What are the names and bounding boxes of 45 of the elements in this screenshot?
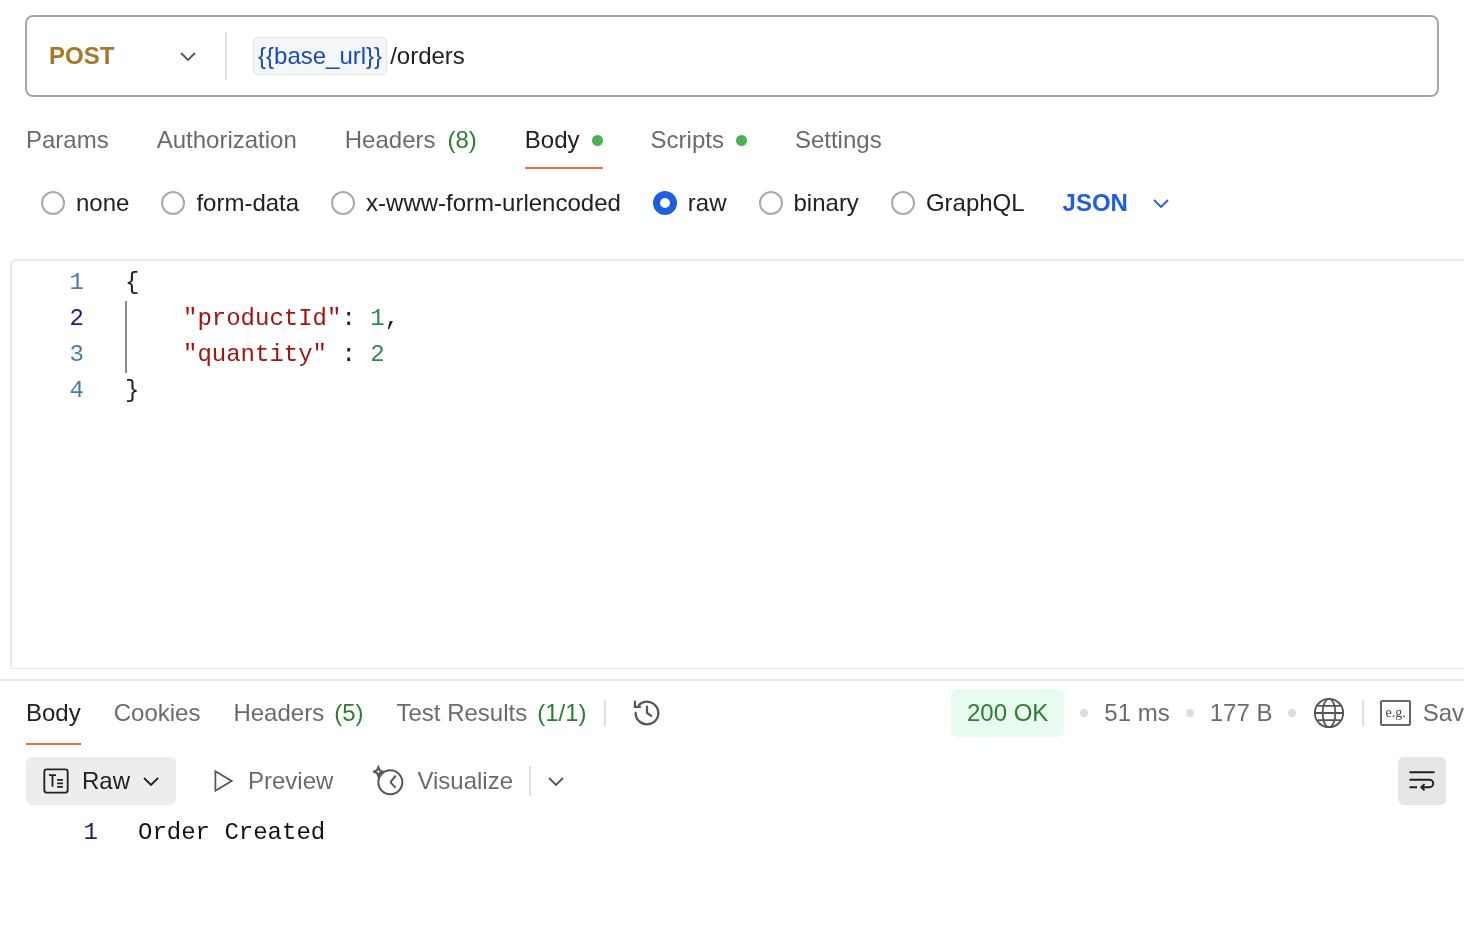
code-line: "quantity" : 2 — [183, 340, 385, 370]
body-type-radio[interactable]: form-data — [161, 185, 300, 221]
body-type-radio[interactable]: x-www-form-urlencoded — [331, 185, 621, 221]
line-number: 1 — [68, 268, 84, 298]
response-time: 51 ms — [1104, 698, 1170, 728]
body-type-radio[interactable]: none — [41, 185, 130, 221]
response-tab[interactable]: Headers (5) — [233, 681, 364, 745]
response-tab[interactable]: Body — [26, 681, 81, 745]
format-dropdown[interactable]: Raw — [26, 757, 176, 805]
request-tab[interactable]: Params — [26, 113, 109, 169]
example-icon[interactable]: e.g. — [1380, 700, 1411, 726]
sparkle-dial-icon — [373, 765, 406, 797]
response-text: Order Created — [138, 818, 326, 848]
text-document-icon — [42, 767, 70, 795]
radio-icon — [41, 191, 65, 215]
request-tab[interactable]: Scripts — [650, 113, 747, 169]
response-size: 177 B — [1209, 698, 1273, 728]
body-type-radio[interactable]: GraphQL — [890, 185, 1025, 221]
code-line: "productId": 1, — [183, 304, 400, 334]
preview-button[interactable]: Preview — [210, 763, 334, 799]
wrap-lines-button[interactable] — [1398, 757, 1446, 805]
code-line: { — [125, 268, 140, 298]
request-tab[interactable]: Settings — [794, 113, 882, 169]
radio-icon — [161, 191, 186, 215]
body-format-dropdown[interactable]: JSON — [1062, 185, 1170, 221]
line-number: 3 — [68, 340, 84, 370]
line-number: 4 — [68, 376, 84, 406]
request-tab[interactable]: Authorization — [156, 113, 297, 169]
line-number: 1 — [82, 818, 98, 848]
status-badge: 200 OK — [950, 689, 1065, 737]
radio-icon — [890, 191, 915, 215]
globe-icon[interactable] — [1312, 696, 1347, 730]
code-line: } — [125, 376, 140, 406]
response-tab[interactable]: Cookies — [113, 681, 201, 745]
visualize-button[interactable]: Visualize — [373, 763, 513, 799]
response-tab[interactable]: Test Results (1/1) — [396, 681, 587, 745]
body-type-radio[interactable]: raw — [652, 185, 727, 221]
radio-icon — [652, 191, 677, 215]
save-response-button[interactable]: Sav — [1422, 695, 1464, 731]
radio-icon — [758, 191, 783, 215]
line-number: 2 — [68, 304, 84, 334]
radio-icon — [331, 191, 356, 215]
request-tab[interactable]: Body — [524, 113, 603, 169]
body-type-radio[interactable]: binary — [758, 185, 859, 221]
request-tab[interactable]: Headers (8) — [344, 113, 477, 169]
